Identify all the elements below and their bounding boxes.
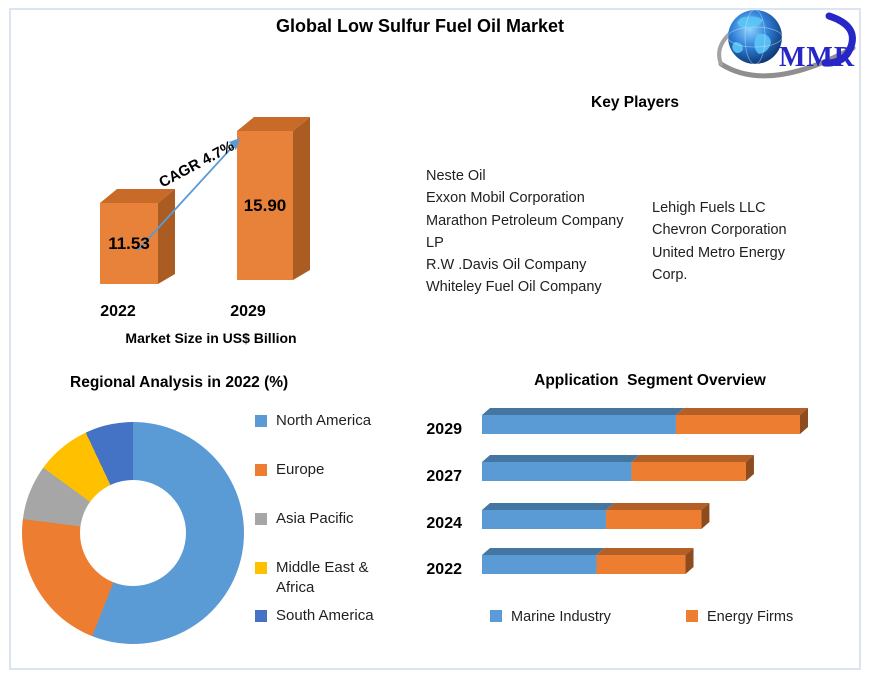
legend-item-south-america: South America [255,606,390,626]
application-segment-chart [482,408,808,574]
legend-item-energy-firms: Energy Firms [686,607,793,627]
bar-year-2029: 2029 [230,303,266,320]
key-player: United Metro Energy Corp. [652,244,785,283]
regional-donut-chart [22,422,244,644]
donut-hole [80,480,186,586]
legend-item-europe: Europe [255,460,390,480]
app-year-2022: 2022 [426,561,462,578]
legend-label: Middle East & Africa [276,559,369,596]
legend-label: Asia Pacific [276,510,354,527]
legend-item-marine-industry: Marine Industry [490,607,611,627]
key-player: Chevron Corporation [652,222,787,239]
key-players-right-column: Lehigh Fuels LLC Chevron Corporation Uni… [652,197,822,286]
key-players-heading: Key Players [591,94,679,111]
legend-label: Marine Industry [511,609,611,625]
regional-analysis-title: Regional Analysis in 2022 (%) [70,374,289,391]
legend-item-asia-pacific: Asia Pacific [255,509,390,529]
app-year-2024: 2024 [426,515,462,532]
legend-swatch-middle-east-africa [255,562,267,574]
legend-swatch-marine-industry [490,610,502,622]
key-player: Neste Oil [426,168,486,184]
legend-item-north-america: North America [255,411,390,431]
key-player: Marathon Petroleum Company LP [426,212,624,251]
bar-value-2029: 15.90 [243,196,287,215]
legend-swatch-south-america [255,610,267,622]
application-segment-title: Application Segment Overview [534,372,766,389]
legend-label: South America [276,607,374,624]
key-player: Lehigh Fuels LLC [652,200,766,216]
key-player: R.W .Davis Oil Company [426,257,587,274]
bar-year-2022: 2022 [100,303,136,320]
legend-label: Energy Firms [707,609,794,625]
app-year-2029: 2029 [426,421,462,438]
legend-label: North America [276,412,372,429]
mmr-logo: MMR [713,4,865,90]
legend-swatch-north-america [255,415,267,427]
key-players-left-column: Neste Oil Exxon Mobil Corporation Marath… [426,165,624,299]
legend-swatch-asia-pacific [255,513,267,525]
app-year-2027: 2027 [426,468,462,485]
legend-item-middle-east-africa: Middle East & Africa [255,558,380,598]
logo-wordmark: MMR [779,42,856,73]
legend-label: Europe [276,461,325,478]
bar-value-2022: 11.53 [108,234,150,253]
legend-swatch-energy-firms [686,610,698,622]
market-size-caption: Market Size in US$ Billion [125,330,297,346]
key-player: Whiteley Fuel Oil Company [426,279,602,296]
key-player: Exxon Mobil Corporation [426,190,585,207]
legend-swatch-europe [255,464,267,476]
